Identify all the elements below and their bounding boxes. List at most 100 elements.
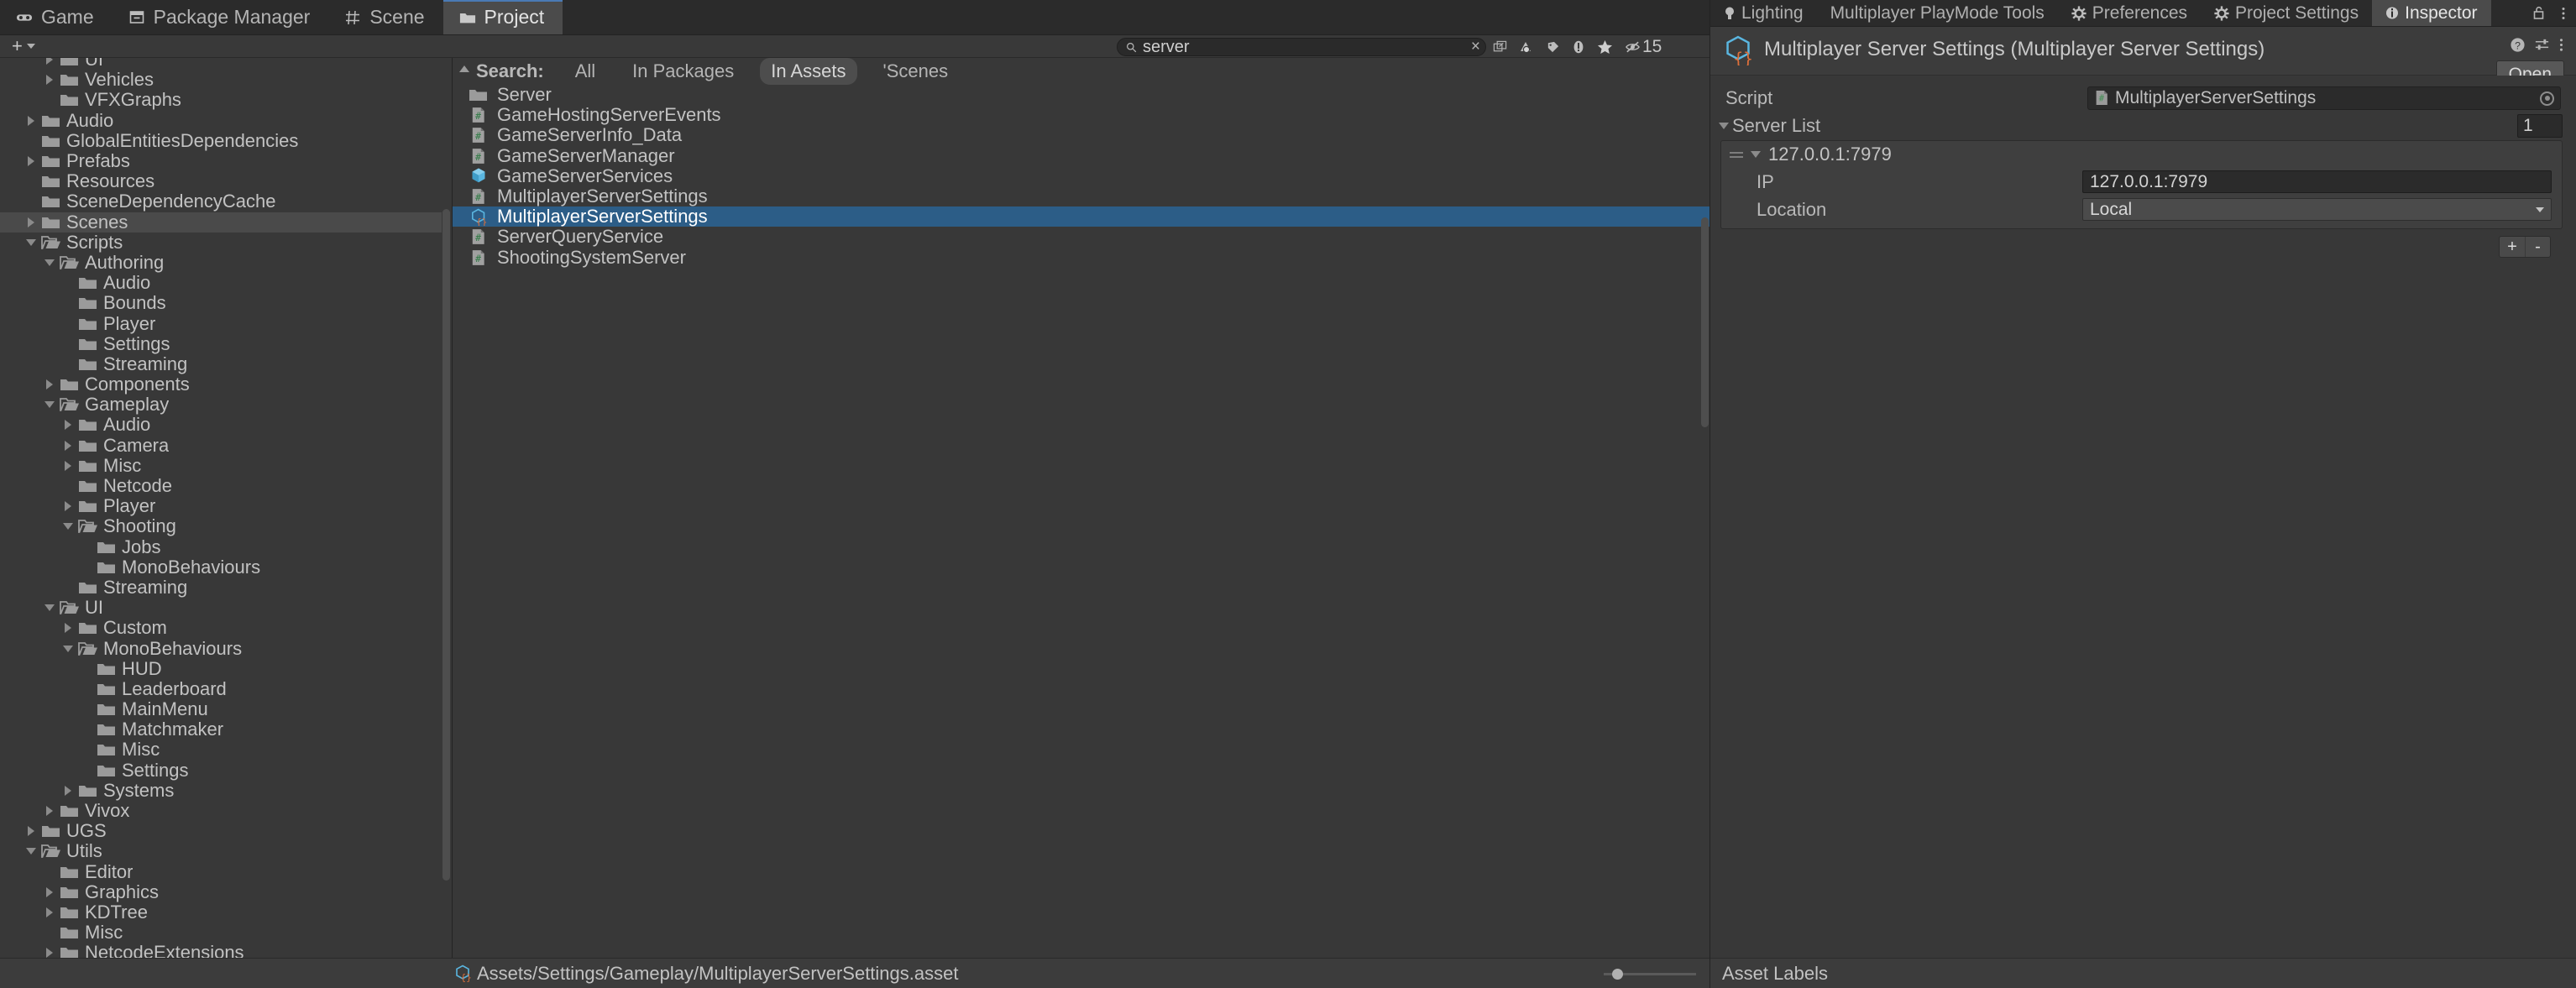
kebab-menu-icon[interactable] — [2551, 0, 2576, 26]
inspector-tab-multiplayer-playmode-tools[interactable]: Multiplayer PlayMode Tools — [1817, 0, 2058, 26]
tree-item[interactable]: Utils — [0, 841, 442, 861]
tree-item[interactable]: Player — [0, 313, 442, 333]
add-element-button[interactable]: + — [2500, 237, 2525, 257]
tab-game[interactable]: Game — [0, 0, 113, 34]
tree-item[interactable]: Misc — [0, 740, 442, 760]
tree-item[interactable]: Prefabs — [0, 151, 442, 171]
tree-item[interactable]: Audio — [0, 273, 442, 293]
filter-warning-icon[interactable] — [1572, 39, 1585, 55]
chevron-down-icon[interactable] — [22, 848, 40, 855]
chevron-down-icon[interactable] — [22, 239, 40, 246]
chevron-right-icon[interactable] — [40, 806, 59, 816]
tree-item[interactable]: Graphics — [0, 882, 442, 902]
tree-item[interactable]: Systems — [0, 781, 442, 801]
chevron-right-icon[interactable] — [59, 623, 77, 633]
close-icon[interactable]: × — [1471, 41, 1480, 53]
asset-list-item[interactable]: #ServerQueryService — [453, 227, 1709, 247]
kebab-menu-icon[interactable] — [2558, 35, 2564, 58]
asset-list-item[interactable]: #MultiplayerServerSettings — [453, 186, 1709, 206]
chevron-right-icon[interactable] — [59, 501, 77, 511]
inspector-tab-project-settings[interactable]: Project Settings — [2201, 0, 2372, 26]
tree-item[interactable]: MonoBehaviours — [0, 638, 442, 658]
chevron-down-icon[interactable] — [59, 523, 77, 530]
tree-item[interactable]: GlobalEntitiesDependencies — [0, 131, 442, 151]
tree-item[interactable]: KDTree — [0, 902, 442, 923]
folder-tree-list[interactable]: UIVehiclesVFXGraphsAudioGlobalEntitiesDe… — [0, 58, 442, 958]
tree-item[interactable]: Player — [0, 496, 442, 516]
star-icon[interactable] — [1597, 39, 1613, 55]
tree-item[interactable]: Vehicles — [0, 70, 442, 90]
chevron-right-icon[interactable] — [40, 379, 59, 389]
chevron-right-icon[interactable] — [40, 948, 59, 958]
chevron-right-icon[interactable] — [59, 420, 77, 430]
chevron-down-icon[interactable] — [40, 604, 59, 611]
hidden-assets-indicator[interactable]: 15 — [1625, 37, 1662, 57]
chevron-down-icon[interactable] — [59, 646, 77, 652]
script-object-field[interactable]: # MultiplayerServerSettings — [2087, 86, 2561, 110]
chevron-down-icon[interactable] — [1748, 151, 1763, 158]
chevron-right-icon[interactable] — [40, 907, 59, 917]
tab-scene[interactable]: Scene — [328, 0, 442, 34]
chevron-down-icon[interactable] — [40, 259, 59, 266]
asset-list-item[interactable]: #ShootingSystemServer — [453, 248, 1709, 268]
server-list-element-header[interactable]: 127.0.0.1:7979 — [1721, 141, 2562, 168]
ip-input[interactable]: 127.0.0.1:7979 — [2082, 170, 2552, 193]
tree-item[interactable]: Shooting — [0, 516, 442, 536]
tree-item[interactable]: Settings — [0, 334, 442, 354]
asset-labels-bar[interactable]: Asset Labels — [1710, 958, 2576, 988]
popout-window-icon[interactable] — [1493, 40, 1507, 55]
asset-list-item[interactable]: #GameServerManager — [453, 146, 1709, 166]
chevron-right-icon[interactable] — [22, 826, 40, 836]
tree-item[interactable]: Streaming — [0, 578, 442, 598]
tree-item[interactable]: UI — [0, 58, 442, 70]
inspector-tab-inspector[interactable]: Inspector — [2372, 0, 2490, 26]
tree-item[interactable]: Custom — [0, 618, 442, 638]
chevron-right-icon[interactable] — [40, 75, 59, 85]
tree-item[interactable]: Gameplay — [0, 395, 442, 415]
collapse-arrow-icon[interactable] — [459, 65, 469, 72]
inspector-tab-preferences[interactable]: Preferences — [2058, 0, 2201, 26]
tree-item[interactable]: MainMenu — [0, 699, 442, 719]
search-scope--scenes[interactable]: 'Scenes — [872, 58, 960, 85]
tree-item[interactable]: Resources — [0, 171, 442, 191]
tree-item[interactable]: HUD — [0, 659, 442, 679]
tree-item[interactable]: NetcodeExtensions — [0, 943, 442, 958]
asset-list-item[interactable]: #GameHostingServerEvents — [453, 105, 1709, 125]
asset-list-item[interactable]: #GameServerInfo_Data — [453, 125, 1709, 145]
tree-item[interactable]: SceneDependencyCache — [0, 191, 442, 212]
search-scope-all[interactable]: All — [564, 58, 606, 85]
zoom-slider[interactable] — [1604, 968, 1696, 980]
asset-list-item[interactable]: GameServerServices — [453, 166, 1709, 186]
chevron-right-icon[interactable] — [22, 156, 40, 166]
tree-item[interactable]: Jobs — [0, 537, 442, 557]
tree-item[interactable]: Vivox — [0, 801, 442, 821]
tab-project[interactable]: Project — [443, 0, 563, 34]
inspector-tab-lighting[interactable]: Lighting — [1710, 0, 1817, 26]
remove-element-button[interactable]: - — [2525, 237, 2550, 257]
tree-item[interactable]: Audio — [0, 111, 442, 131]
tree-item[interactable]: Components — [0, 374, 442, 395]
filter-by-label-icon[interactable] — [1546, 40, 1560, 55]
search-input[interactable]: server × — [1117, 38, 1486, 56]
tree-item[interactable]: Editor — [0, 862, 442, 882]
tree-item[interactable]: Streaming — [0, 354, 442, 374]
server-list-foldout-row[interactable]: Server List 1 — [1710, 112, 2576, 140]
asset-list-scrollbar[interactable] — [1701, 217, 1709, 427]
object-picker-icon[interactable] — [2540, 91, 2554, 106]
server-list-size-field[interactable]: 1 — [2517, 114, 2563, 138]
asset-list[interactable]: Server#GameHostingServerEvents#GameServe… — [453, 85, 1709, 958]
search-scope-in-packages[interactable]: In Packages — [621, 58, 745, 85]
tree-item[interactable]: Scenes — [0, 212, 442, 233]
tree-item[interactable]: Settings — [0, 761, 442, 781]
asset-list-item[interactable]: {}MultiplayerServerSettings — [453, 206, 1709, 227]
preset-icon[interactable] — [2534, 35, 2550, 58]
chevron-right-icon[interactable] — [59, 786, 77, 796]
chevron-right-icon[interactable] — [22, 116, 40, 126]
tree-item[interactable]: Scripts — [0, 233, 442, 253]
chevron-down-icon[interactable] — [40, 401, 59, 408]
tree-item[interactable]: Authoring — [0, 253, 442, 273]
asset-list-item[interactable]: Server — [453, 85, 1709, 105]
tree-item[interactable]: Misc — [0, 456, 442, 476]
tree-item[interactable]: Audio — [0, 415, 442, 435]
tree-item[interactable]: Bounds — [0, 293, 442, 313]
